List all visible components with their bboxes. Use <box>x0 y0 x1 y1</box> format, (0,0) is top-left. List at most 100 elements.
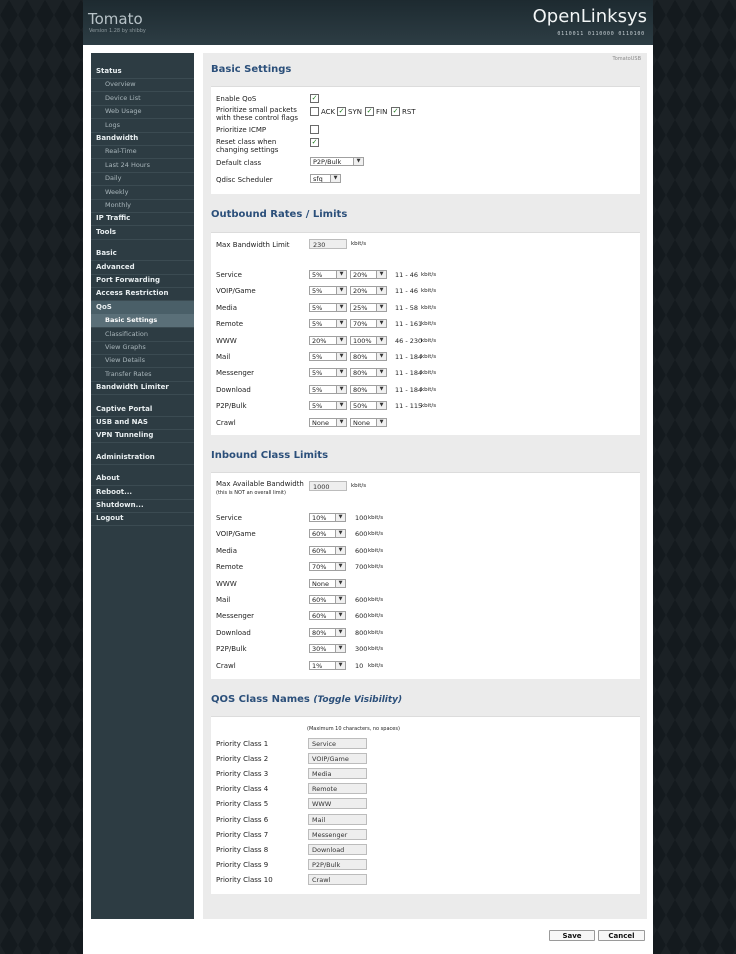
section-title-class-names: QOS Class Names (Toggle Visibility) <box>211 694 402 705</box>
sidebar-item-logs[interactable]: Logs <box>91 119 194 133</box>
inbound-limit-select-voip-game[interactable]: 60% ▼ <box>309 529 346 539</box>
inbound-limit-select-messenger[interactable]: 60% ▼ <box>309 611 346 621</box>
inbound-limit-select-www[interactable]: None ▼ <box>309 578 346 588</box>
inbound-rate-unit: kbit/s <box>368 629 384 636</box>
inbound-limit-select-download[interactable]: 80% ▼ <box>309 627 346 637</box>
sidebar-item-basic-settings[interactable]: Basic Settings <box>91 314 194 329</box>
outbound-max-select-media[interactable]: 25% ▼ <box>350 302 387 312</box>
sidebar-item-bandwidth-limiter[interactable]: Bandwidth Limiter <box>91 381 194 396</box>
sidebar-item-classification[interactable]: Classification <box>91 328 194 342</box>
inbound-limit-select-mail[interactable]: 60% ▼ <box>309 595 346 604</box>
outbound-min-select-remote[interactable]: 5% ▼ <box>309 319 347 329</box>
sidebar-item-device-list[interactable]: Device List <box>91 92 194 106</box>
qdisc-scheduler-select[interactable]: sfq ▼ <box>310 174 341 183</box>
sidebar-item-real-time[interactable]: Real-Time <box>91 145 194 160</box>
outbound-min-select-crawl[interactable]: None ▼ <box>309 417 347 427</box>
sidebar-item-qos[interactable]: QoS <box>91 300 194 315</box>
sidebar-item-advanced[interactable]: Advanced <box>91 261 194 275</box>
sidebar-item-web-usage[interactable]: Web Usage <box>91 105 194 120</box>
outbound-max-select-download[interactable]: 80% ▼ <box>350 384 387 394</box>
inbound-limit-select-crawl[interactable]: 1% ▼ <box>309 660 346 670</box>
inbound-rate-voip-game: 600 <box>355 530 368 539</box>
sidebar-item-port-forwarding[interactable]: Port Forwarding <box>91 274 194 288</box>
default-class-select[interactable]: P2P/Bulk ▼ <box>310 157 364 166</box>
save-button[interactable]: Save <box>549 930 595 941</box>
priority-class-label-7: Priority Class 7 <box>216 830 269 839</box>
outbound-max-select-remote[interactable]: 70% ▼ <box>350 319 387 329</box>
enable-qos-label: Enable QoS <box>216 95 257 103</box>
sidebar-item-overview[interactable]: Overview <box>91 78 194 93</box>
chevron-down-icon: ▼ <box>336 336 346 344</box>
outbound-max-select-crawl[interactable]: None ▼ <box>350 417 387 427</box>
outbound-min-select-voip-game[interactable]: 5% ▼ <box>309 286 347 296</box>
sidebar-item-usb-and-nas[interactable]: USB and NAS <box>91 416 194 430</box>
sidebar-item-administration[interactable]: Administration <box>91 451 194 465</box>
outbound-max-select-p2p-bulk[interactable]: 50% ▼ <box>350 401 387 411</box>
max-available-bandwidth-input[interactable]: 1000 <box>309 481 347 491</box>
sidebar-item-status[interactable]: Status <box>91 65 194 79</box>
inbound-limit-select-service[interactable]: 10% ▼ <box>309 513 346 522</box>
sidebar-item-logout[interactable]: Logout <box>91 512 194 527</box>
outbound-min-select-media[interactable]: 5% ▼ <box>309 302 347 312</box>
outbound-min-select-service[interactable]: 5% ▼ <box>309 270 347 279</box>
priority-class-input-7[interactable]: Messenger <box>308 828 367 840</box>
prioritize-icmp-checkbox[interactable] <box>310 125 319 134</box>
outbound-min-select-remote-value: 5% <box>312 320 323 329</box>
sidebar-item-captive-portal[interactable]: Captive Portal <box>91 403 194 417</box>
outbound-max-select-voip-game[interactable]: 20% ▼ <box>350 286 387 296</box>
outbound-min-select-p2p-bulk-value: 5% <box>312 402 323 411</box>
outbound-min-select-download[interactable]: 5% ▼ <box>309 384 347 394</box>
toggle-visibility-link[interactable]: (Toggle Visibility) <box>313 695 402 705</box>
priority-class-input-4[interactable]: Remote <box>308 783 367 795</box>
outbound-min-select-mail[interactable]: 5% ▼ <box>309 352 347 361</box>
priority-class-input-9[interactable]: P2P/Bulk <box>308 858 367 870</box>
outbound-range-messenger: 11 - 184 <box>395 369 423 378</box>
sidebar-item-view-graphs[interactable]: View Graphs <box>91 341 194 355</box>
outbound-max-select-www[interactable]: 100% ▼ <box>350 335 387 345</box>
outbound-max-select-messenger[interactable]: 80% ▼ <box>350 368 387 378</box>
syn-flag-checkbox[interactable]: ✓ <box>337 107 346 116</box>
sidebar-item-monthly[interactable]: Monthly <box>91 199 194 213</box>
sidebar-item-vpn-tunneling[interactable]: VPN Tunneling <box>91 429 194 444</box>
inbound-limit-select-p2p-bulk[interactable]: 30% ▼ <box>309 644 346 654</box>
sidebar-item-tools[interactable]: Tools <box>91 226 194 240</box>
inbound-limit-select-remote[interactable]: 70% ▼ <box>309 562 346 572</box>
sidebar-item-reboot[interactable]: Reboot... <box>91 486 194 500</box>
priority-class-input-5[interactable]: WWW <box>308 798 367 810</box>
sidebar-item-daily[interactable]: Daily <box>91 172 194 187</box>
priority-class-input-6[interactable]: Mail <box>308 813 367 825</box>
rst-flag-checkbox[interactable]: ✓ <box>391 107 400 116</box>
max-bandwidth-input[interactable]: 230 <box>309 239 347 249</box>
sidebar-item-bandwidth[interactable]: Bandwidth <box>91 132 194 146</box>
inbound-row-label-download: Download <box>216 628 251 637</box>
outbound-range-unit: kbit/s <box>421 321 437 328</box>
priority-class-input-10[interactable]: Crawl <box>308 873 367 885</box>
sidebar-item-transfer-rates[interactable]: Transfer Rates <box>91 368 194 382</box>
sidebar-item-last-24-hours[interactable]: Last 24 Hours <box>91 159 194 173</box>
outbound-range-remote: 11 - 161 <box>395 320 423 329</box>
reset-class-checkbox[interactable]: ✓ <box>310 138 319 147</box>
sidebar-item-basic[interactable]: Basic <box>91 247 194 262</box>
priority-class-input-3[interactable]: Media <box>308 768 367 780</box>
inbound-limit-select-media[interactable]: 60% ▼ <box>309 545 346 555</box>
fin-flag-checkbox[interactable]: ✓ <box>365 107 374 116</box>
sidebar-item-about[interactable]: About <box>91 472 194 487</box>
cancel-button[interactable]: Cancel <box>598 930 645 941</box>
priority-class-input-2[interactable]: VOIP/Game <box>308 753 367 765</box>
outbound-min-select-p2p-bulk[interactable]: 5% ▼ <box>309 401 347 411</box>
sidebar-item-shutdown[interactable]: Shutdown... <box>91 499 194 513</box>
priority-class-input-8[interactable]: Download <box>308 843 367 855</box>
sidebar-item-weekly[interactable]: Weekly <box>91 186 194 200</box>
inbound-rate-unit: kbit/s <box>368 531 384 538</box>
sidebar-item-access-restriction[interactable]: Access Restriction <box>91 287 194 302</box>
sidebar-item-view-details[interactable]: View Details <box>91 354 194 369</box>
outbound-min-select-messenger[interactable]: 5% ▼ <box>309 368 347 378</box>
outbound-max-select-service[interactable]: 20% ▼ <box>350 270 387 279</box>
enable-qos-checkbox[interactable]: ✓ <box>310 94 319 103</box>
outbound-min-select-www[interactable]: 20% ▼ <box>309 335 347 345</box>
outbound-max-select-mail[interactable]: 80% ▼ <box>350 352 387 361</box>
sidebar-item-ip-traffic[interactable]: IP Traffic <box>91 212 194 227</box>
chevron-down-icon: ▼ <box>376 369 386 377</box>
ack-flag-checkbox[interactable] <box>310 107 319 116</box>
priority-class-input-1[interactable]: Service <box>308 738 367 749</box>
